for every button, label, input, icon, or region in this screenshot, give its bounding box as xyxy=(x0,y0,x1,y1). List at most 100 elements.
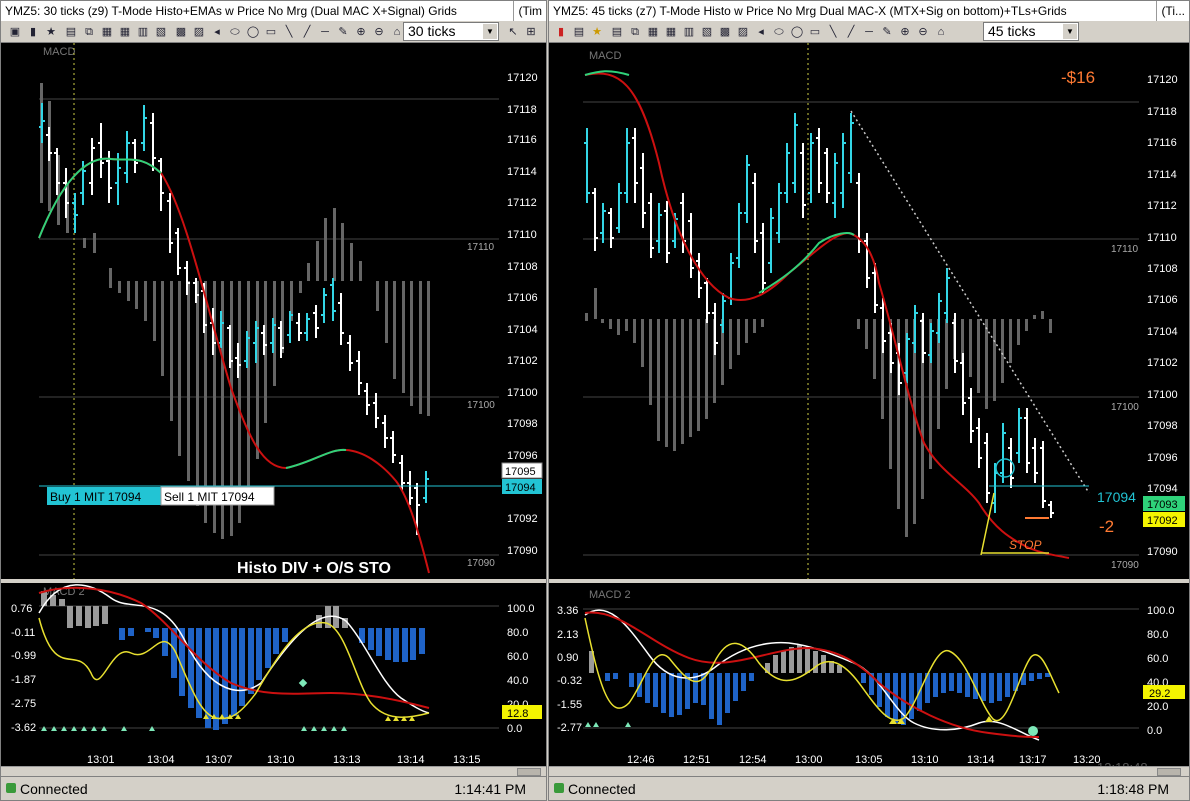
scroll-thumb[interactable] xyxy=(517,768,541,776)
osc-bar xyxy=(997,673,1002,701)
properties-icon[interactable]: ▤ xyxy=(63,24,79,40)
axis-label: 17110 xyxy=(1147,232,1177,244)
star-icon[interactable]: ★ xyxy=(43,24,59,40)
line-tool-icon[interactable]: ⬭ xyxy=(227,24,243,40)
ray-icon[interactable]: ╲ xyxy=(825,24,841,40)
left-chart-window[interactable]: YMZ5: 30 ticks (z9) T-Mode Histo+EMAs w … xyxy=(0,0,547,801)
histo-bar xyxy=(585,313,588,321)
rect-icon[interactable]: ▭ xyxy=(263,24,279,40)
sell-order-label: Sell 1 MIT 17094 xyxy=(164,490,255,504)
chart-background xyxy=(549,43,1189,777)
histo-bar xyxy=(945,319,948,389)
crosshair-icon[interactable]: ⊞ xyxy=(523,24,539,40)
left-ticks-selector[interactable]: 30 ticks ▼ xyxy=(403,22,499,41)
data-box-icon[interactable]: ▧ xyxy=(699,24,715,40)
axis-label: 17102 xyxy=(507,355,538,367)
chevron-down-icon[interactable]: ▼ xyxy=(483,24,497,39)
osc-axis-label: -0.99 xyxy=(11,650,36,662)
chevron-down-icon[interactable]: ▼ xyxy=(1063,24,1077,39)
right-chart-canvas[interactable]: MACD 17110 17100 17090 17094 STOP -$16 -… xyxy=(549,43,1190,777)
ray-icon[interactable]: ╲ xyxy=(281,24,297,40)
fib-icon[interactable]: ✎ xyxy=(335,24,351,40)
connection-icon xyxy=(554,783,564,793)
panel-splitter[interactable] xyxy=(1,579,547,583)
print-icon[interactable]: ▦ xyxy=(99,24,115,40)
chart-type-icon[interactable]: ▤ xyxy=(571,24,587,40)
copy-icon[interactable]: ⧉ xyxy=(81,24,97,40)
osc-bar xyxy=(222,628,228,724)
measure-icon[interactable]: ⌂ xyxy=(933,24,949,40)
axis-label: 17106 xyxy=(1147,294,1178,306)
zoom-in-icon[interactable]: ⊕ xyxy=(897,24,913,40)
osc-bar xyxy=(282,628,288,642)
histo-bar xyxy=(350,243,353,281)
zoom-out-icon[interactable]: ⊖ xyxy=(915,24,931,40)
histo-bar xyxy=(247,281,250,491)
axis-label: 17112 xyxy=(1147,200,1177,212)
properties-icon[interactable]: ▤ xyxy=(609,24,625,40)
left-chart-canvas[interactable]: MACD 17110 17100 17090 Buy 1 MIT 17094 S… xyxy=(1,43,547,777)
trendline-icon[interactable]: ╱ xyxy=(843,24,859,40)
right-ticks-selector[interactable]: 45 ticks ▼ xyxy=(983,22,1079,41)
grid-label-17110: 17110 xyxy=(1111,244,1139,255)
osc-bar xyxy=(677,673,682,715)
link-icon[interactable]: ▩ xyxy=(173,24,189,40)
histo-bar xyxy=(316,241,319,281)
hline-icon[interactable]: ─ xyxy=(317,24,333,40)
zoom-out-icon[interactable]: ⊖ xyxy=(371,24,387,40)
grid-icon[interactable]: ▦ xyxy=(663,24,679,40)
osc-bar xyxy=(981,673,986,701)
fib-icon[interactable]: ✎ xyxy=(879,24,895,40)
grid-label-17090: 17090 xyxy=(1111,560,1139,571)
osc-bar xyxy=(1029,673,1034,681)
osc-bar xyxy=(741,673,746,691)
panel-icon[interactable]: ▨ xyxy=(735,24,751,40)
bar-chart-icon[interactable]: ▮ xyxy=(25,24,41,40)
left-horizontal-scrollbar[interactable] xyxy=(1,766,546,776)
panel-splitter[interactable] xyxy=(549,579,1190,583)
data-box-icon[interactable]: ▧ xyxy=(153,24,169,40)
ellipse-icon[interactable]: ◯ xyxy=(245,24,261,40)
panel-icon[interactable]: ▨ xyxy=(191,24,207,40)
histo-bar xyxy=(196,281,199,506)
line-tool-icon[interactable]: ⬭ xyxy=(771,24,787,40)
link-icon[interactable]: ▩ xyxy=(717,24,733,40)
osc-bar xyxy=(781,651,786,673)
bar-chart-icon[interactable]: ▮ xyxy=(553,24,569,40)
template-icon[interactable]: ▥ xyxy=(681,24,697,40)
osc-bar xyxy=(645,673,650,703)
histo-bar xyxy=(697,319,700,431)
star-icon[interactable]: ★ xyxy=(589,24,605,40)
rect-icon[interactable]: ▭ xyxy=(807,24,823,40)
print-icon[interactable]: ▦ xyxy=(645,24,661,40)
right-chart-window[interactable]: YMZ5: 45 ticks (z7) T-Mode Histo w Price… xyxy=(548,0,1190,801)
cursor-select-icon[interactable]: ↖ xyxy=(505,24,521,40)
scroll-thumb[interactable] xyxy=(1157,768,1181,776)
axis-label: 17118 xyxy=(507,104,537,116)
zoom-in-icon[interactable]: ⊕ xyxy=(353,24,369,40)
osc-bar xyxy=(813,651,818,673)
trendline-icon[interactable]: ╱ xyxy=(299,24,315,40)
right-window-title[interactable]: YMZ5: 45 ticks (z7) T-Mode Histo w Price… xyxy=(549,1,1189,21)
osc-bar xyxy=(1005,673,1010,697)
template-icon[interactable]: ▥ xyxy=(135,24,151,40)
right-horizontal-scrollbar[interactable] xyxy=(549,766,1189,776)
grid-icon[interactable]: ▦ xyxy=(117,24,133,40)
arrow-icon[interactable]: ◂ xyxy=(753,24,769,40)
osc-bar xyxy=(93,606,99,626)
hline-icon[interactable]: ─ xyxy=(861,24,877,40)
right-toolbar: ▮ ▤ ★ ▤ ⧉ ▦ ▦ ▥ ▧ ▩ ▨ ◂ ⬭ ◯ ▭ ╲ ╱ ─ ✎ ⊕ … xyxy=(549,21,1189,43)
histo-bar xyxy=(178,281,181,456)
copy-icon[interactable]: ⧉ xyxy=(627,24,643,40)
left-time-button[interactable]: (Tim xyxy=(513,1,546,21)
histo-bar xyxy=(617,319,620,335)
right-time-button[interactable]: (Ti... xyxy=(1156,1,1189,21)
cursor-icon[interactable]: ▣ xyxy=(7,24,23,40)
axis-label: 17096 xyxy=(507,450,538,462)
arrow-icon[interactable]: ◂ xyxy=(209,24,225,40)
ellipse-icon[interactable]: ◯ xyxy=(789,24,805,40)
axis-label: 17104 xyxy=(507,324,538,336)
histo-bar xyxy=(977,319,980,393)
osc-bar xyxy=(733,673,738,701)
left-window-title[interactable]: YMZ5: 30 ticks (z9) T-Mode Histo+EMAs w … xyxy=(1,1,546,21)
